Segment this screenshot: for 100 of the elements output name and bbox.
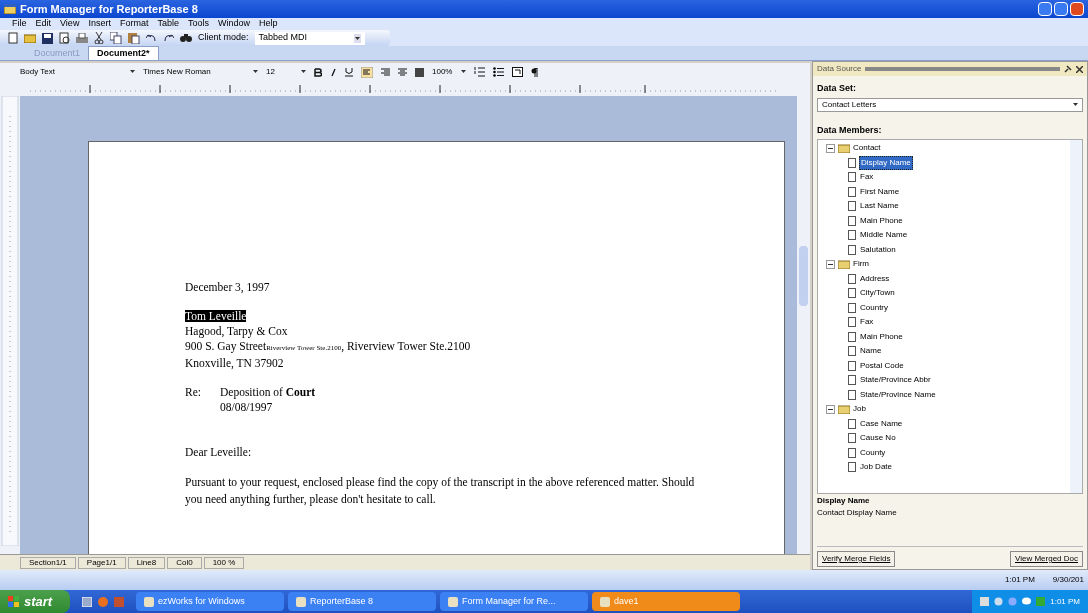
window-title: Form Manager for ReporterBase 8 [20, 1, 198, 17]
tree-item[interactable]: Main Phone [859, 214, 904, 227]
tree-item[interactable]: Postal Code [859, 359, 905, 372]
binoculars-icon[interactable] [180, 33, 192, 43]
save-icon[interactable] [42, 32, 53, 44]
underline-icon[interactable] [345, 67, 353, 77]
numbered-list-icon[interactable] [474, 67, 485, 77]
maximize-button[interactable] [1054, 2, 1068, 16]
collapse-toggle[interactable] [826, 143, 835, 153]
align-right-icon[interactable] [381, 67, 390, 77]
menu-item[interactable]: Window [217, 17, 250, 31]
taskbar-button[interactable]: ezWorks for Windows [136, 592, 284, 611]
tree-item[interactable]: Job Date [859, 461, 894, 474]
pin-icon[interactable] [1064, 65, 1072, 73]
paste-icon[interactable] [128, 32, 140, 44]
app-icon [4, 4, 16, 14]
menu-item[interactable]: Tools [187, 17, 209, 31]
tree-item[interactable]: Contact [853, 142, 881, 155]
tree-item[interactable]: Display Name [859, 155, 913, 170]
panel-button[interactable]: Verify Merge Fields [817, 551, 896, 567]
caret-icon [1073, 103, 1078, 106]
caret-icon [301, 70, 306, 73]
data-set-label: Data Set: [816, 82, 857, 95]
field-description: Contact Display Name [816, 507, 898, 519]
document-icon [848, 389, 856, 400]
tree-item[interactable]: Main Phone [859, 330, 904, 343]
tree-item[interactable]: Salutation [859, 243, 897, 256]
align-center-icon[interactable] [398, 67, 407, 77]
tree-item[interactable]: Firm [853, 258, 869, 271]
taskbar-button[interactable]: Form Manager for Re... [440, 592, 588, 611]
client-mode-dropdown[interactable]: Tabbed MDI [254, 31, 365, 45]
status-field: Section1/1 [20, 556, 76, 569]
menu-item[interactable]: Insert [88, 17, 111, 31]
copy-icon[interactable] [110, 32, 122, 44]
status-field: 100 % [203, 556, 245, 569]
menu-item[interactable]: Table [157, 17, 179, 31]
letter-body: Pursuant to your request, enclosed please find the copy of the transcript in the above referenced matter. Should you need anything further, please don't hesitate to call. [185, 475, 696, 508]
align-left-icon[interactable] [361, 66, 373, 78]
menu-item[interactable]: Help [258, 17, 278, 31]
tree-item[interactable]: State/Province Abbr [859, 374, 932, 387]
close-icon[interactable] [1076, 65, 1083, 73]
printer-icon[interactable] [76, 32, 88, 44]
document-icon [848, 288, 856, 299]
style-dropdown[interactable]: Body Text [20, 66, 135, 78]
tree-item[interactable]: Address [859, 272, 891, 285]
panel-button[interactable]: View Merged Doc [1010, 551, 1083, 567]
field-description-title: Display Name [816, 495, 871, 507]
tree-item[interactable]: Fax [859, 316, 875, 329]
tree-item[interactable]: Country [859, 301, 889, 314]
menu-item[interactable]: File [12, 17, 27, 31]
menu-item[interactable]: Format [119, 17, 149, 31]
close-button[interactable] [1070, 2, 1084, 16]
new-document-icon[interactable] [8, 32, 18, 44]
print-preview-icon[interactable] [59, 32, 70, 44]
tree-item[interactable]: Job [853, 403, 866, 416]
bold-icon[interactable] [314, 67, 322, 77]
caret-icon [461, 70, 466, 73]
collapse-toggle[interactable] [826, 259, 835, 269]
redo-icon[interactable] [163, 33, 174, 43]
tree-item[interactable]: County [859, 446, 887, 459]
font-dropdown[interactable]: Times New Roman [143, 66, 258, 78]
taskbar-button[interactable]: ReporterBase 8 [288, 592, 436, 611]
italic-icon[interactable] [330, 67, 337, 77]
size-dropdown[interactable]: 12 [266, 66, 306, 78]
menu-item[interactable]: View [60, 17, 80, 31]
tree-item[interactable]: First Name [859, 185, 901, 198]
minimize-button[interactable] [1038, 2, 1052, 16]
tree-item[interactable]: Middle Name [859, 229, 909, 242]
document-icon [848, 433, 856, 444]
tree-item[interactable]: Cause No [859, 432, 897, 445]
document-icon [848, 215, 856, 226]
table-icon[interactable] [512, 67, 523, 77]
pilcrow-icon[interactable] [531, 67, 538, 77]
folder-icon[interactable] [24, 33, 36, 43]
app-icon [296, 596, 306, 607]
tree-item[interactable]: Case Name [859, 417, 904, 430]
justify-icon[interactable] [415, 67, 424, 77]
status-field: Line8 [127, 556, 166, 569]
data-set-dropdown[interactable]: Contact Letters [817, 97, 1083, 112]
scissors-icon[interactable] [94, 32, 104, 44]
tree-scrollbar[interactable] [1070, 140, 1082, 493]
caret-icon [354, 36, 360, 40]
collapse-toggle[interactable] [826, 404, 835, 414]
app-icon [600, 596, 610, 607]
document-tab[interactable]: Document2* [88, 46, 159, 60]
bullet-list-icon[interactable] [493, 67, 504, 77]
client-mode-label: Client mode: [198, 31, 249, 45]
tree-item[interactable]: City/Town [859, 287, 896, 300]
tree-item[interactable]: Last Name [859, 200, 900, 213]
vertical-scrollbar[interactable] [797, 96, 810, 554]
menu-item[interactable]: Edit [35, 17, 52, 31]
chat-icon[interactable] [1022, 597, 1032, 606]
tree-item[interactable]: Name [859, 345, 883, 358]
tree-item[interactable]: Fax [859, 171, 875, 184]
document-icon [848, 360, 856, 371]
re-subject: Deposition of Court [220, 385, 316, 400]
start-button[interactable]: start [0, 590, 70, 613]
zoom-dropdown[interactable]: 100% [432, 66, 466, 78]
undo-icon[interactable] [146, 33, 157, 43]
tree-item[interactable]: State/Province Name [859, 388, 937, 401]
